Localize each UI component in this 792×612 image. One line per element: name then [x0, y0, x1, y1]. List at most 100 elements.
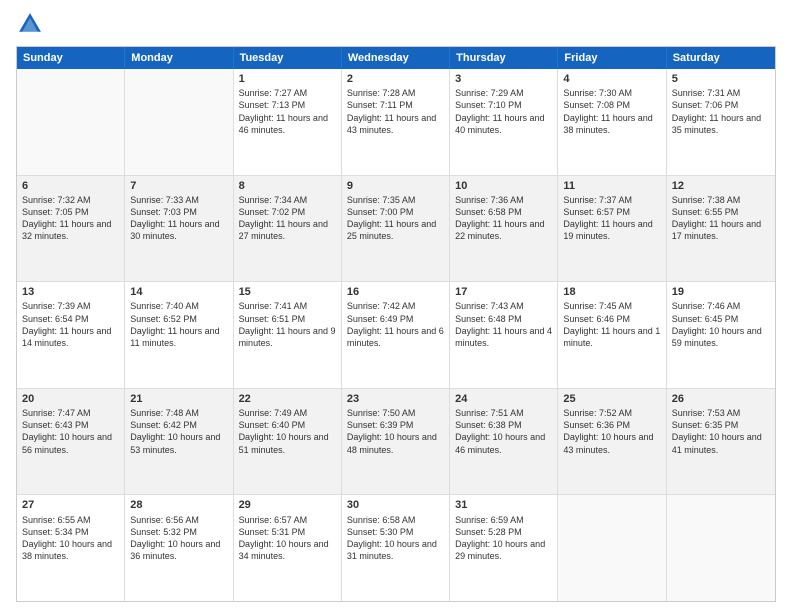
day-info: Sunrise: 7:40 AM Sunset: 6:52 PM Dayligh…	[130, 300, 227, 349]
calendar-day-12: 12Sunrise: 7:38 AM Sunset: 6:55 PM Dayli…	[667, 176, 775, 282]
calendar-day-3: 3Sunrise: 7:29 AM Sunset: 7:10 PM Daylig…	[450, 69, 558, 175]
day-number: 1	[239, 72, 336, 86]
calendar-day-9: 9Sunrise: 7:35 AM Sunset: 7:00 PM Daylig…	[342, 176, 450, 282]
day-info: Sunrise: 6:59 AM Sunset: 5:28 PM Dayligh…	[455, 514, 552, 563]
calendar-page: SundayMondayTuesdayWednesdayThursdayFrid…	[0, 0, 792, 612]
day-info: Sunrise: 7:34 AM Sunset: 7:02 PM Dayligh…	[239, 194, 336, 243]
day-info: Sunrise: 6:58 AM Sunset: 5:30 PM Dayligh…	[347, 514, 444, 563]
day-info: Sunrise: 7:35 AM Sunset: 7:00 PM Dayligh…	[347, 194, 444, 243]
day-number: 28	[130, 498, 227, 512]
day-number: 13	[22, 285, 119, 299]
calendar-day-8: 8Sunrise: 7:34 AM Sunset: 7:02 PM Daylig…	[234, 176, 342, 282]
day-number: 25	[563, 392, 660, 406]
day-info: Sunrise: 6:55 AM Sunset: 5:34 PM Dayligh…	[22, 514, 119, 563]
day-number: 8	[239, 179, 336, 193]
day-info: Sunrise: 7:47 AM Sunset: 6:43 PM Dayligh…	[22, 407, 119, 456]
day-number: 23	[347, 392, 444, 406]
calendar-day-22: 22Sunrise: 7:49 AM Sunset: 6:40 PM Dayli…	[234, 389, 342, 495]
day-number: 5	[672, 72, 770, 86]
day-info: Sunrise: 7:42 AM Sunset: 6:49 PM Dayligh…	[347, 300, 444, 349]
calendar-day-2: 2Sunrise: 7:28 AM Sunset: 7:11 PM Daylig…	[342, 69, 450, 175]
day-number: 22	[239, 392, 336, 406]
calendar: SundayMondayTuesdayWednesdayThursdayFrid…	[16, 46, 776, 602]
calendar-week-4: 20Sunrise: 7:47 AM Sunset: 6:43 PM Dayli…	[17, 389, 775, 496]
day-number: 24	[455, 392, 552, 406]
calendar-day-13: 13Sunrise: 7:39 AM Sunset: 6:54 PM Dayli…	[17, 282, 125, 388]
day-info: Sunrise: 7:29 AM Sunset: 7:10 PM Dayligh…	[455, 87, 552, 136]
calendar-day-26: 26Sunrise: 7:53 AM Sunset: 6:35 PM Dayli…	[667, 389, 775, 495]
calendar-week-2: 6Sunrise: 7:32 AM Sunset: 7:05 PM Daylig…	[17, 176, 775, 283]
day-number: 14	[130, 285, 227, 299]
day-number: 15	[239, 285, 336, 299]
day-number: 2	[347, 72, 444, 86]
page-header	[16, 10, 776, 38]
calendar-week-3: 13Sunrise: 7:39 AM Sunset: 6:54 PM Dayli…	[17, 282, 775, 389]
logo	[16, 10, 48, 38]
calendar-empty-cell	[125, 69, 233, 175]
day-info: Sunrise: 7:49 AM Sunset: 6:40 PM Dayligh…	[239, 407, 336, 456]
calendar-day-5: 5Sunrise: 7:31 AM Sunset: 7:06 PM Daylig…	[667, 69, 775, 175]
calendar-day-20: 20Sunrise: 7:47 AM Sunset: 6:43 PM Dayli…	[17, 389, 125, 495]
day-info: Sunrise: 7:32 AM Sunset: 7:05 PM Dayligh…	[22, 194, 119, 243]
day-info: Sunrise: 6:57 AM Sunset: 5:31 PM Dayligh…	[239, 514, 336, 563]
day-info: Sunrise: 7:33 AM Sunset: 7:03 PM Dayligh…	[130, 194, 227, 243]
calendar-body: 1Sunrise: 7:27 AM Sunset: 7:13 PM Daylig…	[17, 69, 775, 601]
day-number: 26	[672, 392, 770, 406]
day-number: 18	[563, 285, 660, 299]
calendar-day-29: 29 Sunrise: 6:57 AM Sunset: 5:31 PM Dayli…	[234, 495, 342, 601]
calendar-day-17: 17Sunrise: 7:43 AM Sunset: 6:48 PM Dayli…	[450, 282, 558, 388]
calendar-week-5: 27 Sunrise: 6:55 AM Sunset: 5:34 PM Dayli…	[17, 495, 775, 601]
day-info: Sunrise: 7:28 AM Sunset: 7:11 PM Dayligh…	[347, 87, 444, 136]
day-number: 29	[239, 498, 336, 512]
day-info: Sunrise: 6:56 AM Sunset: 5:32 PM Dayligh…	[130, 514, 227, 563]
calendar-header-friday: Friday	[558, 47, 666, 69]
day-number: 4	[563, 72, 660, 86]
day-info: Sunrise: 7:27 AM Sunset: 7:13 PM Dayligh…	[239, 87, 336, 136]
calendar-day-21: 21Sunrise: 7:48 AM Sunset: 6:42 PM Dayli…	[125, 389, 233, 495]
day-number: 10	[455, 179, 552, 193]
calendar-day-31: 31 Sunrise: 6:59 AM Sunset: 5:28 PM Dayli…	[450, 495, 558, 601]
day-info: Sunrise: 7:36 AM Sunset: 6:58 PM Dayligh…	[455, 194, 552, 243]
calendar-day-24: 24Sunrise: 7:51 AM Sunset: 6:38 PM Dayli…	[450, 389, 558, 495]
calendar-header-wednesday: Wednesday	[342, 47, 450, 69]
day-number: 31	[455, 498, 552, 512]
calendar-header-monday: Monday	[125, 47, 233, 69]
day-info: Sunrise: 7:52 AM Sunset: 6:36 PM Dayligh…	[563, 407, 660, 456]
calendar-week-1: 1Sunrise: 7:27 AM Sunset: 7:13 PM Daylig…	[17, 69, 775, 176]
calendar-day-11: 11Sunrise: 7:37 AM Sunset: 6:57 PM Dayli…	[558, 176, 666, 282]
day-number: 21	[130, 392, 227, 406]
day-number: 6	[22, 179, 119, 193]
day-number: 3	[455, 72, 552, 86]
day-info: Sunrise: 7:50 AM Sunset: 6:39 PM Dayligh…	[347, 407, 444, 456]
logo-icon	[16, 10, 44, 38]
calendar-header-sunday: Sunday	[17, 47, 125, 69]
calendar-day-16: 16Sunrise: 7:42 AM Sunset: 6:49 PM Dayli…	[342, 282, 450, 388]
day-info: Sunrise: 7:53 AM Sunset: 6:35 PM Dayligh…	[672, 407, 770, 456]
day-info: Sunrise: 7:48 AM Sunset: 6:42 PM Dayligh…	[130, 407, 227, 456]
day-number: 11	[563, 179, 660, 193]
calendar-day-4: 4Sunrise: 7:30 AM Sunset: 7:08 PM Daylig…	[558, 69, 666, 175]
calendar-day-27: 27 Sunrise: 6:55 AM Sunset: 5:34 PM Dayli…	[17, 495, 125, 601]
calendar-header-thursday: Thursday	[450, 47, 558, 69]
day-info: Sunrise: 7:37 AM Sunset: 6:57 PM Dayligh…	[563, 194, 660, 243]
day-info: Sunrise: 7:39 AM Sunset: 6:54 PM Dayligh…	[22, 300, 119, 349]
day-number: 16	[347, 285, 444, 299]
calendar-empty-cell	[558, 495, 666, 601]
calendar-day-10: 10Sunrise: 7:36 AM Sunset: 6:58 PM Dayli…	[450, 176, 558, 282]
day-info: Sunrise: 7:45 AM Sunset: 6:46 PM Dayligh…	[563, 300, 660, 349]
day-number: 12	[672, 179, 770, 193]
calendar-day-25: 25Sunrise: 7:52 AM Sunset: 6:36 PM Dayli…	[558, 389, 666, 495]
day-info: Sunrise: 7:30 AM Sunset: 7:08 PM Dayligh…	[563, 87, 660, 136]
calendar-day-1: 1Sunrise: 7:27 AM Sunset: 7:13 PM Daylig…	[234, 69, 342, 175]
calendar-header-tuesday: Tuesday	[234, 47, 342, 69]
day-number: 9	[347, 179, 444, 193]
calendar-day-30: 30Sunrise: 6:58 AM Sunset: 5:30 PM Dayli…	[342, 495, 450, 601]
calendar-empty-cell	[667, 495, 775, 601]
day-info: Sunrise: 7:43 AM Sunset: 6:48 PM Dayligh…	[455, 300, 552, 349]
calendar-day-28: 28 Sunrise: 6:56 AM Sunset: 5:32 PM Dayli…	[125, 495, 233, 601]
day-info: Sunrise: 7:46 AM Sunset: 6:45 PM Dayligh…	[672, 300, 770, 349]
day-number: 27	[22, 498, 119, 512]
calendar-day-18: 18Sunrise: 7:45 AM Sunset: 6:46 PM Dayli…	[558, 282, 666, 388]
calendar-header-saturday: Saturday	[667, 47, 775, 69]
calendar-day-7: 7Sunrise: 7:33 AM Sunset: 7:03 PM Daylig…	[125, 176, 233, 282]
